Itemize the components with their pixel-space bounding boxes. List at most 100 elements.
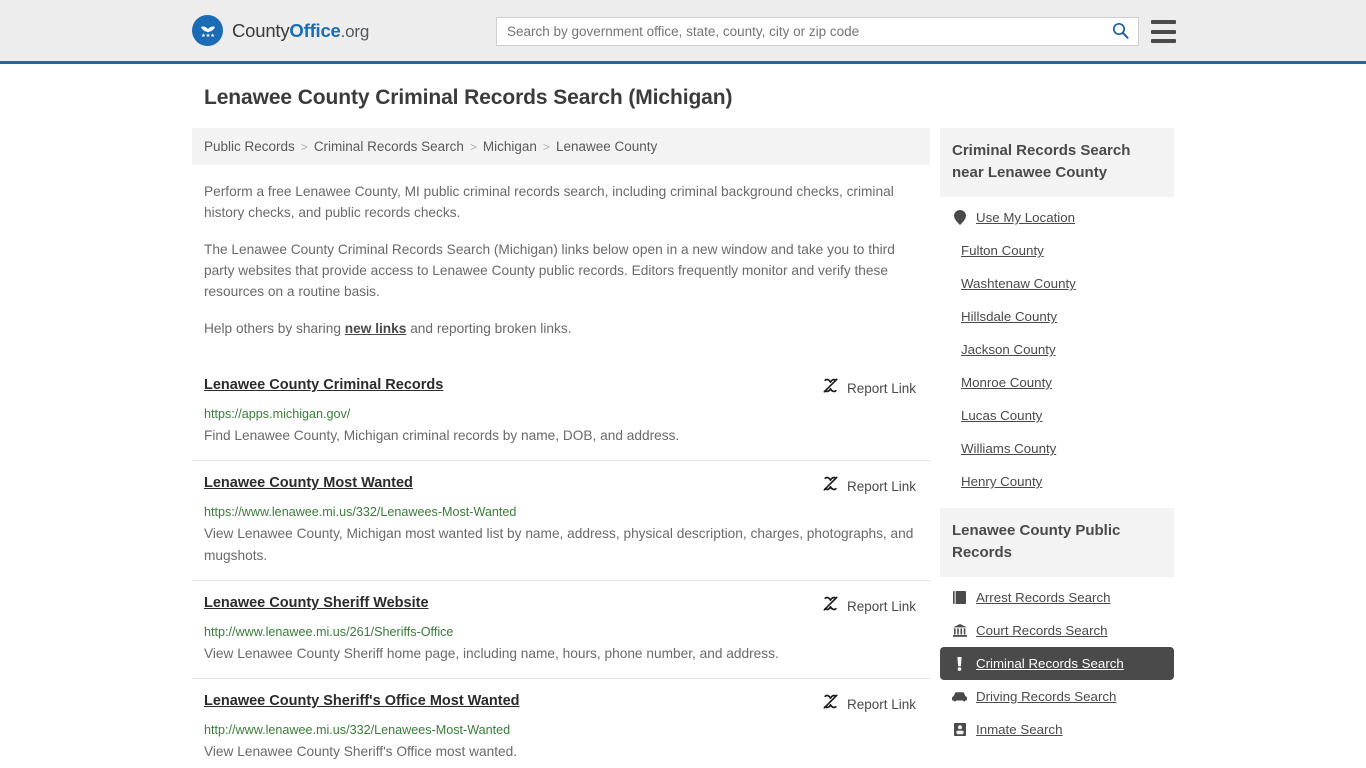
public-records-heading: Lenawee County Public Records [940,508,1174,577]
resource-link-url: https://www.lenawee.mi.us/332/Lenawees-M… [204,505,517,519]
public-records-card: Lenawee County Public Records Arrest Rec… [940,508,1174,746]
sidebar-item-label: Monroe County [961,375,1052,390]
intro-paragraph-2: The Lenawee County Criminal Records Sear… [204,242,895,299]
breadcrumb-separator: > [542,139,550,154]
sidebar-item-driving-records-search[interactable]: Driving Records Search [940,680,1174,713]
resource-link-row: Lenawee County Most Wanted Report Link [204,474,916,497]
sidebar-item-label: Hillsdale County [961,309,1058,324]
sidebar-item-label: Court Records Search [976,623,1108,638]
intro-paragraph-1: Perform a free Lenawee County, MI public… [204,184,894,220]
sidebar-item-label: Henry County [961,474,1043,489]
sidebar-item-monroe-county[interactable]: Monroe County [940,366,1174,399]
site-logo-text: CountyOffice.org [232,20,369,42]
book-icon [952,590,967,605]
sidebar-item-label: Use My Location [976,210,1076,225]
eagle-shield-logo-icon [192,15,223,46]
site-logo[interactable]: CountyOffice.org [192,15,369,46]
sidebar-item-label: Fulton County [961,243,1044,258]
hamburger-menu-icon [1151,29,1176,34]
sidebar-item-lucas-county[interactable]: Lucas County [940,399,1174,432]
breadcrumb-separator: > [469,139,477,154]
report-link-button[interactable]: Report Link [822,474,916,497]
resource-link-entry: Lenawee County Criminal Records Report Li… [192,363,930,460]
intro-section: Perform a free Lenawee County, MI public… [192,181,930,339]
breadcrumb-item-0[interactable]: Public Records [204,139,295,154]
resource-link-description: View Lenawee County Sheriff's Office mos… [204,744,518,759]
nearby-search-heading: Criminal Records Search near Lenawee Cou… [940,128,1174,197]
sidebar-item-inmate-search[interactable]: Inmate Search [940,713,1174,746]
search-input[interactable] [497,18,1102,45]
search-bar[interactable] [496,17,1139,46]
hamburger-menu-icon [1151,20,1176,24]
sidebar-item-label: Criminal Records Search [976,656,1124,671]
intro-paragraph-3: Help others by sharing new links and rep… [204,318,916,339]
sidebar-item-fulton-county[interactable]: Fulton County [940,234,1174,267]
resource-link-title[interactable]: Lenawee County Criminal Records [204,376,443,394]
report-link-button[interactable]: Report Link [822,376,916,399]
sidebar-item-arrest-records-search[interactable]: Arrest Records Search [940,581,1174,614]
resource-link-entry: Lenawee County Sheriff Website Report Lin… [192,580,930,678]
search-button[interactable] [1102,18,1138,45]
sidebar-item-hillsdale-county[interactable]: Hillsdale County [940,300,1174,333]
inmate-icon [952,722,967,737]
resource-link-description: View Lenawee County, Michigan most wante… [204,526,914,563]
resource-link-title[interactable]: Lenawee County Sheriff Website [204,594,429,612]
breadcrumb-item-2[interactable]: Michigan [483,139,537,154]
sidebar-item-jackson-county[interactable]: Jackson County [940,333,1174,366]
hamburger-menu-button[interactable] [1151,20,1176,43]
broken-link-icon [822,377,839,399]
resource-link-row: Lenawee County Sheriff's Office Most Wan… [204,692,916,715]
site-header: CountyOffice.org [0,0,1366,64]
map-pin-icon [952,210,967,225]
intro-text-after: and reporting broken links. [406,321,572,336]
sidebar-item-label: Inmate Search [976,722,1063,737]
sidebar-item-use-my-location[interactable]: Use My Location [940,201,1174,234]
report-link-label: Report Link [846,696,916,712]
car-icon [952,689,967,704]
new-links-link[interactable]: new links [345,321,407,336]
intro-text-before: Help others by sharing [204,321,345,336]
brand-part-1: County [232,19,290,41]
resource-link-title[interactable]: Lenawee County Sheriff's Office Most Wan… [204,692,520,710]
report-link-button[interactable]: Report Link [822,692,916,715]
sidebar: Criminal Records Search near Lenawee Cou… [940,128,1174,756]
sidebar-item-washtenaw-county[interactable]: Washtenaw County [940,267,1174,300]
exclamation-icon [952,656,967,671]
resource-link-row: Lenawee County Criminal Records Report Li… [204,376,916,399]
courthouse-icon [952,623,967,638]
broken-link-icon [822,693,839,715]
sidebar-item-label: Williams County [961,441,1057,456]
sidebar-item-henry-county[interactable]: Henry County [940,465,1174,498]
resource-link-description: View Lenawee County Sheriff home page, i… [204,646,779,661]
sidebar-item-label: Washtenaw County [961,276,1076,291]
brand-part-3: .org [340,21,370,41]
sidebar-item-williams-county[interactable]: Williams County [940,432,1174,465]
content-columns: Public Records > Criminal Records Search… [192,128,1366,768]
page-container: Lenawee County Criminal Records Search (… [0,64,1366,768]
sidebar-item-court-records-search[interactable]: Court Records Search [940,614,1174,647]
broken-link-icon [822,595,839,617]
report-link-label: Report Link [846,478,916,494]
public-records-list: Arrest Records Search Court Records Searc… [940,577,1174,746]
resource-link-entry: Lenawee County Sheriff's Office Most Wan… [192,678,930,768]
resource-link-list: Lenawee County Criminal Records Report Li… [192,363,930,768]
sidebar-item-label: Jackson County [961,342,1056,357]
sidebar-item-criminal-records-search[interactable]: Criminal Records Search [940,647,1174,680]
breadcrumb-item-1[interactable]: Criminal Records Search [314,139,464,154]
page-title: Lenawee County Criminal Records Search (… [204,86,733,109]
search-icon [1112,22,1129,42]
breadcrumb: Public Records > Criminal Records Search… [192,128,930,165]
brand-part-2: Office [289,19,341,41]
report-link-button[interactable]: Report Link [822,594,916,617]
resource-link-url: http://www.lenawee.mi.us/261/Sheriffs-Of… [204,625,454,639]
broken-link-icon [822,475,839,497]
resource-link-row: Lenawee County Sheriff Website Report Lin… [204,594,916,617]
report-link-label: Report Link [846,598,916,614]
nearby-search-list: Use My Location Fulton County Washtenaw Co… [940,197,1174,498]
resource-link-title[interactable]: Lenawee County Most Wanted [204,474,413,492]
report-link-label: Report Link [846,380,916,396]
breadcrumb-item-3[interactable]: Lenawee County [556,139,657,154]
sidebar-item-label: Driving Records Search [976,689,1117,704]
nearby-search-card: Criminal Records Search near Lenawee Cou… [940,128,1174,498]
resource-link-url: http://www.lenawee.mi.us/332/Lenawees-Mo… [204,723,511,737]
